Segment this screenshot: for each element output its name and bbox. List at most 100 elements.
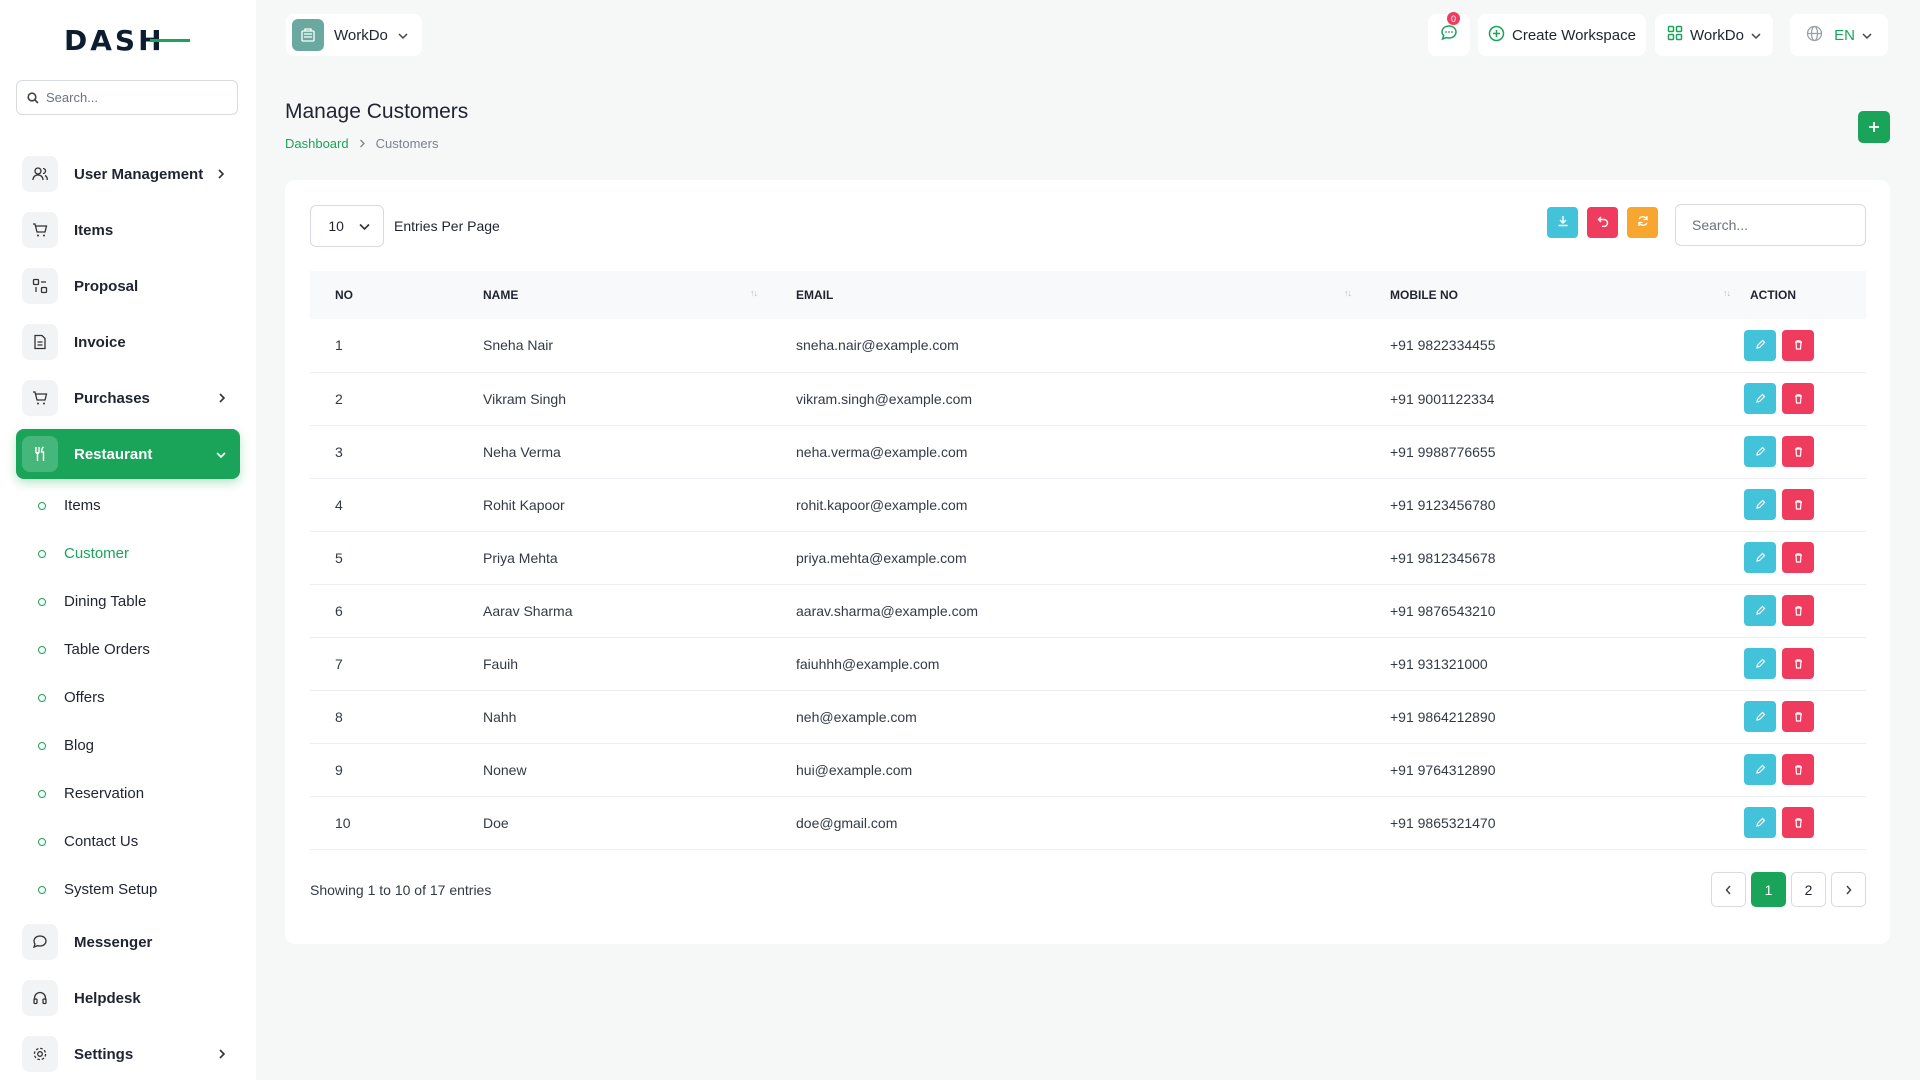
page-button-1[interactable]: 1 xyxy=(1751,872,1786,907)
column-header-name[interactable]: NAME↑↓ xyxy=(458,271,771,319)
trash-icon xyxy=(1793,709,1804,725)
sidebar-subitem-dining-table[interactable]: Dining Table xyxy=(38,593,146,610)
cell-actions xyxy=(1744,425,1866,478)
workspace-menu-button[interactable]: WorkDo xyxy=(1655,14,1773,56)
sidebar-subitem-items[interactable]: Items xyxy=(38,497,101,514)
cell-mobile: +91 9812345678 xyxy=(1365,531,1744,584)
export-button[interactable] xyxy=(1547,207,1578,238)
cell-no: 7 xyxy=(310,637,458,690)
delete-button[interactable] xyxy=(1782,436,1814,467)
edit-button[interactable] xyxy=(1744,807,1776,838)
breadcrumb-dashboard-link[interactable]: Dashboard xyxy=(285,136,349,151)
cell-name: Sneha Nair xyxy=(458,319,771,372)
cell-email: faiuhhh@example.com xyxy=(771,637,1365,690)
svg-text:DASH: DASH xyxy=(64,26,165,54)
page-button-2[interactable]: 2 xyxy=(1791,872,1826,907)
sidebar-item-items[interactable]: Items xyxy=(16,207,240,253)
cell-mobile: +91 931321000 xyxy=(1365,637,1744,690)
sidebar-search-input[interactable]: Search... xyxy=(16,80,238,115)
sidebar-item-settings[interactable]: Settings xyxy=(16,1031,240,1077)
sidebar-subitem-blog[interactable]: Blog xyxy=(38,737,94,754)
sidebar-search-placeholder: Search... xyxy=(46,90,98,105)
edit-button[interactable] xyxy=(1744,701,1776,732)
delete-button[interactable] xyxy=(1782,595,1814,626)
delete-button[interactable] xyxy=(1782,383,1814,414)
gear-icon xyxy=(22,1036,58,1072)
customers-card: 10 Entries Per Page Search... NO NAME↑↓ … xyxy=(285,180,1890,944)
add-customer-button[interactable] xyxy=(1858,111,1890,143)
edit-button[interactable] xyxy=(1744,436,1776,467)
sidebar-item-purchases[interactable]: Purchases xyxy=(16,375,240,421)
breadcrumb-current: Customers xyxy=(376,136,439,151)
customers-table: NO NAME↑↓ EMAIL↑↓ MOBILE NO↑↓ ACTION 1Sn… xyxy=(310,271,1866,850)
sidebar-subitem-system-setup[interactable]: System Setup xyxy=(38,881,157,898)
dash-logo[interactable]: DASH xyxy=(64,26,190,59)
prev-page-button[interactable] xyxy=(1711,872,1746,907)
chevron-down-icon xyxy=(359,218,370,234)
edit-button[interactable] xyxy=(1744,489,1776,520)
entries-per-page-select[interactable]: 10 xyxy=(310,205,384,247)
bullet-icon xyxy=(38,742,46,750)
cell-no: 2 xyxy=(310,372,458,425)
workspace-name: WorkDo xyxy=(334,27,388,44)
delete-button[interactable] xyxy=(1782,330,1814,361)
search-icon xyxy=(27,92,39,104)
sidebar-item-proposal[interactable]: Proposal xyxy=(16,263,240,309)
chat-bubble-icon xyxy=(1440,24,1458,46)
refresh-button[interactable] xyxy=(1627,207,1658,238)
trash-icon xyxy=(1793,497,1804,513)
delete-button[interactable] xyxy=(1782,701,1814,732)
sidebar-subitem-customer[interactable]: Customer xyxy=(38,545,129,562)
sidebar-item-helpdesk[interactable]: Helpdesk xyxy=(16,975,240,1021)
globe-icon xyxy=(1806,25,1823,46)
chevron-down-icon xyxy=(216,446,226,463)
edit-button[interactable] xyxy=(1744,595,1776,626)
delete-button[interactable] xyxy=(1782,807,1814,838)
invoice-icon xyxy=(22,324,58,360)
language-switcher[interactable]: EN xyxy=(1790,14,1888,56)
sidebar-subitem-contact-us[interactable]: Contact Us xyxy=(38,833,138,850)
sidebar-item-user-management[interactable]: User Management xyxy=(16,151,240,197)
sidebar-item-messenger[interactable]: Messenger xyxy=(16,919,240,965)
sidebar-item-invoice[interactable]: Invoice xyxy=(16,319,240,365)
pencil-icon xyxy=(1755,815,1766,831)
cell-email: rohit.kapoor@example.com xyxy=(771,478,1365,531)
sidebar-subitem-offers[interactable]: Offers xyxy=(38,689,105,706)
sidebar-subitem-table-orders[interactable]: Table Orders xyxy=(38,641,150,658)
sidebar-item-restaurant[interactable]: Restaurant xyxy=(16,429,240,479)
cell-actions xyxy=(1744,478,1866,531)
sidebar-item-label: Helpdesk xyxy=(74,990,141,1007)
edit-button[interactable] xyxy=(1744,383,1776,414)
edit-button[interactable] xyxy=(1744,648,1776,679)
pencil-icon xyxy=(1755,391,1766,407)
pencil-icon xyxy=(1755,497,1766,513)
delete-button[interactable] xyxy=(1782,542,1814,573)
entries-value: 10 xyxy=(328,218,344,234)
column-header-email[interactable]: EMAIL↑↓ xyxy=(771,271,1365,319)
cell-email: doe@gmail.com xyxy=(771,796,1365,849)
delete-button[interactable] xyxy=(1782,648,1814,679)
create-workspace-button[interactable]: Create Workspace xyxy=(1478,14,1646,56)
edit-button[interactable] xyxy=(1744,542,1776,573)
reset-button[interactable] xyxy=(1587,207,1618,238)
edit-button[interactable] xyxy=(1744,754,1776,785)
workspace-logo-icon xyxy=(292,19,324,51)
column-header-mobile[interactable]: MOBILE NO↑↓ xyxy=(1365,271,1744,319)
sidebar-subitem-reservation[interactable]: Reservation xyxy=(38,785,144,802)
subitem-label: Table Orders xyxy=(64,641,150,658)
chevron-down-icon xyxy=(398,27,408,44)
refresh-icon xyxy=(1637,214,1649,232)
edit-button[interactable] xyxy=(1744,330,1776,361)
next-page-button[interactable] xyxy=(1831,872,1866,907)
cell-mobile: +91 9876543210 xyxy=(1365,584,1744,637)
sidebar-item-label: Items xyxy=(74,222,113,239)
headset-icon xyxy=(22,980,58,1016)
trash-icon xyxy=(1793,762,1804,778)
pencil-icon xyxy=(1755,762,1766,778)
workspace-switcher[interactable]: WorkDo xyxy=(286,14,422,56)
sidebar-item-label: User Management xyxy=(74,166,203,183)
delete-button[interactable] xyxy=(1782,754,1814,785)
delete-button[interactable] xyxy=(1782,489,1814,520)
notifications-button[interactable]: 0 xyxy=(1428,14,1470,56)
table-search-input[interactable]: Search... xyxy=(1675,204,1866,246)
